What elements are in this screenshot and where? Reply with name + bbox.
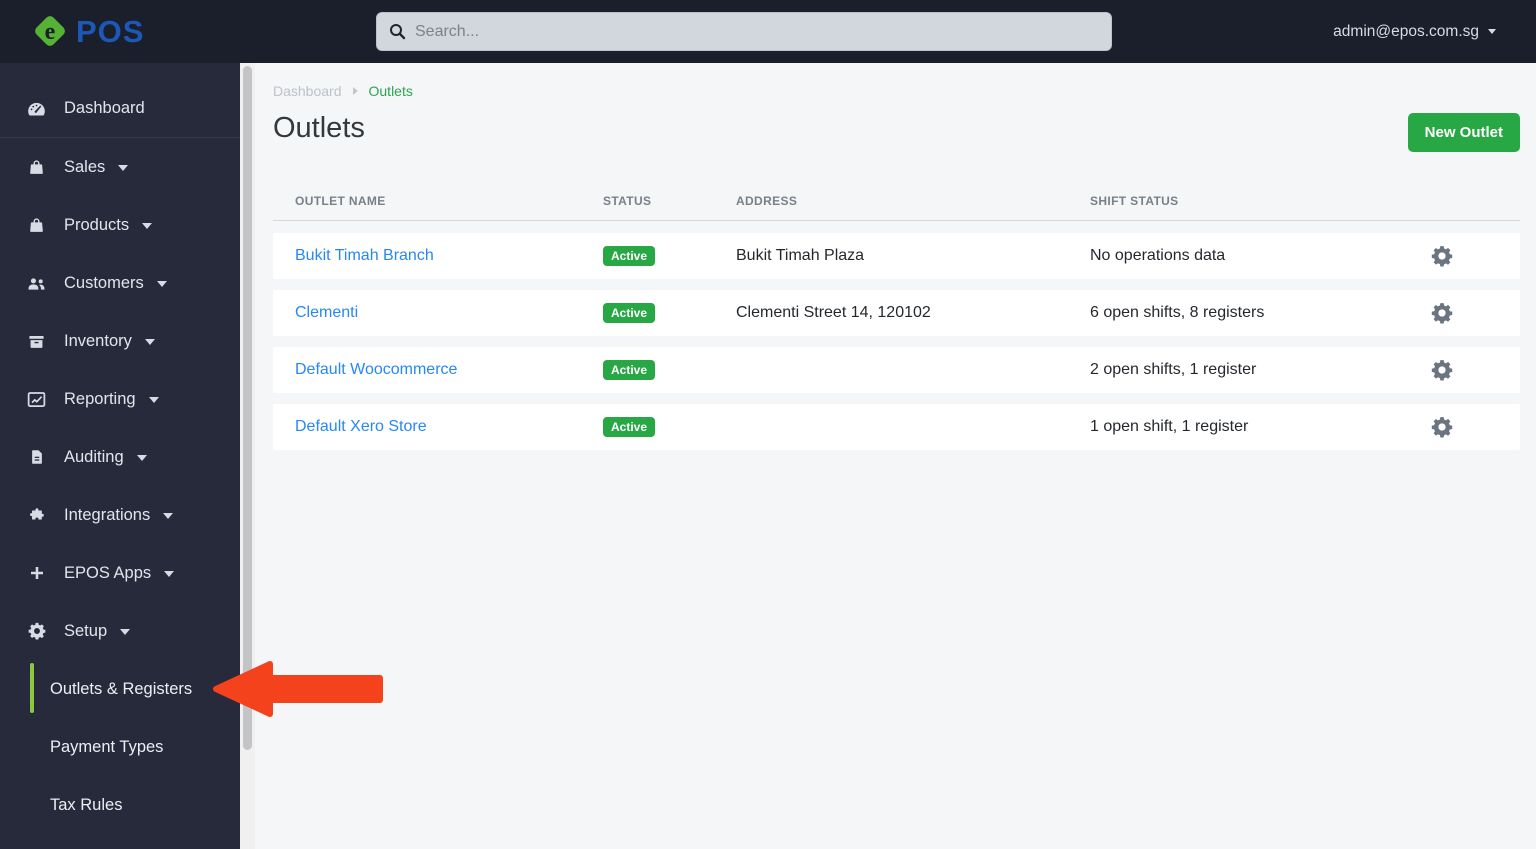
sidebar-item-products[interactable]: Products bbox=[0, 196, 240, 254]
page-title: Outlets bbox=[273, 112, 365, 145]
sidebar-item-auditing[interactable]: Auditing bbox=[0, 428, 240, 486]
row-settings-button[interactable] bbox=[1364, 302, 1520, 324]
sidebar-subitem-tax-rules[interactable]: Tax Rules bbox=[0, 776, 240, 834]
column-header-status: STATUS bbox=[603, 194, 736, 208]
outlet-link[interactable]: Default Woocommerce bbox=[295, 361, 457, 378]
top-bar: e POS admin@epos.com.sg bbox=[0, 0, 1536, 63]
address-cell: Clementi Street 14, 120102 bbox=[736, 304, 1090, 322]
epos-logo-e-icon: e bbox=[28, 9, 72, 53]
breadcrumb: Dashboard Outlets bbox=[273, 83, 1520, 99]
sidebar-item-reporting[interactable]: Reporting bbox=[0, 370, 240, 428]
archive-box-icon bbox=[25, 332, 48, 351]
outlet-link[interactable]: Default Xero Store bbox=[295, 418, 427, 435]
sidebar-item-label: Reporting bbox=[64, 390, 136, 409]
column-header-shift-status: SHIFT STATUS bbox=[1090, 194, 1364, 208]
sidebar-item-setup[interactable]: Setup bbox=[0, 602, 240, 660]
table-row: Bukit Timah Branch Active Bukit Timah Pl… bbox=[273, 233, 1520, 279]
row-settings-button[interactable] bbox=[1364, 245, 1520, 267]
status-badge: Active bbox=[603, 360, 655, 380]
dashboard-icon bbox=[25, 98, 48, 119]
column-header-outlet-name: OUTLET NAME bbox=[273, 194, 603, 208]
sidebar-item-label: Setup bbox=[64, 622, 107, 641]
sidebar: Dashboard Sales Products Customers Inven… bbox=[0, 63, 240, 849]
chevron-down-icon bbox=[164, 571, 174, 577]
user-email: admin@epos.com.sg bbox=[1333, 23, 1479, 41]
chevron-down-icon bbox=[142, 223, 152, 229]
outlet-link[interactable]: Bukit Timah Branch bbox=[295, 247, 434, 264]
sidebar-item-epos-apps[interactable]: EPOS Apps bbox=[0, 544, 240, 602]
user-menu[interactable]: admin@epos.com.sg bbox=[1333, 0, 1496, 63]
gear-icon bbox=[1431, 245, 1453, 267]
sidebar-item-label: EPOS Apps bbox=[64, 564, 151, 583]
chevron-down-icon bbox=[118, 165, 128, 171]
chevron-down-icon bbox=[145, 339, 155, 345]
address-cell: Bukit Timah Plaza bbox=[736, 247, 1090, 265]
sidebar-scrollbar-thumb[interactable] bbox=[243, 66, 252, 750]
sidebar-item-label: Auditing bbox=[64, 448, 124, 467]
chart-line-icon bbox=[25, 389, 48, 410]
row-settings-button[interactable] bbox=[1364, 359, 1520, 381]
gear-icon bbox=[1431, 416, 1453, 438]
sidebar-item-label: Dashboard bbox=[64, 99, 145, 118]
chevron-down-icon bbox=[120, 629, 130, 635]
chevron-down-icon bbox=[137, 455, 147, 461]
sidebar-subitem-payment-types[interactable]: Payment Types bbox=[0, 718, 240, 776]
column-header-address: ADDRESS bbox=[736, 194, 1090, 208]
sidebar-item-label: Integrations bbox=[64, 506, 150, 525]
sidebar-subitem-label: Tax Rules bbox=[50, 796, 122, 815]
breadcrumb-dashboard-link[interactable]: Dashboard bbox=[273, 83, 342, 99]
sidebar-item-label: Sales bbox=[64, 158, 105, 177]
sidebar-subitem-outlets-registers[interactable]: Outlets & Registers bbox=[0, 660, 240, 718]
sidebar-item-label: Inventory bbox=[64, 332, 132, 351]
search-icon bbox=[389, 23, 406, 40]
sidebar-item-inventory[interactable]: Inventory bbox=[0, 312, 240, 370]
shopping-bag-icon bbox=[25, 158, 48, 177]
row-settings-button[interactable] bbox=[1364, 416, 1520, 438]
sidebar-item-sales[interactable]: Sales bbox=[0, 138, 240, 196]
puzzle-piece-icon bbox=[25, 506, 48, 524]
epos-logo[interactable]: e POS bbox=[28, 9, 144, 53]
sidebar-item-customers[interactable]: Customers bbox=[0, 254, 240, 312]
sidebar-item-label: Customers bbox=[64, 274, 144, 293]
table-header-row: OUTLET NAME STATUS ADDRESS SHIFT STATUS bbox=[273, 194, 1520, 221]
sidebar-item-dashboard[interactable]: Dashboard bbox=[0, 79, 240, 137]
global-search bbox=[376, 12, 1112, 51]
breadcrumb-separator-icon bbox=[353, 87, 358, 95]
search-input[interactable] bbox=[415, 23, 1099, 41]
main-content: Dashboard Outlets Outlets New Outlet OUT… bbox=[255, 63, 1536, 849]
shopping-bag-icon bbox=[25, 216, 48, 235]
outlets-table: OUTLET NAME STATUS ADDRESS SHIFT STATUS … bbox=[273, 194, 1520, 450]
table-row: Default Woocommerce Active 2 open shifts… bbox=[273, 347, 1520, 393]
shift-status-cell: 6 open shifts, 8 registers bbox=[1090, 304, 1364, 322]
sidebar-scrollbar-track[interactable] bbox=[240, 63, 255, 849]
gear-icon bbox=[25, 622, 48, 640]
chevron-down-icon bbox=[1488, 29, 1496, 34]
table-row: Clementi Active Clementi Street 14, 1201… bbox=[273, 290, 1520, 336]
sidebar-item-integrations[interactable]: Integrations bbox=[0, 486, 240, 544]
table-row: Default Xero Store Active 1 open shift, … bbox=[273, 404, 1520, 450]
sidebar-subitem-label: Payment Types bbox=[50, 738, 163, 757]
svg-text:e: e bbox=[45, 19, 56, 45]
sidebar-subitem-label: Outlets & Registers bbox=[50, 680, 192, 699]
status-badge: Active bbox=[603, 303, 655, 323]
outlet-link[interactable]: Clementi bbox=[295, 304, 358, 321]
shift-status-cell: No operations data bbox=[1090, 247, 1364, 265]
chevron-down-icon bbox=[149, 397, 159, 403]
gear-icon bbox=[1431, 359, 1453, 381]
status-badge: Active bbox=[603, 246, 655, 266]
chevron-down-icon bbox=[163, 513, 173, 519]
document-icon bbox=[25, 448, 48, 466]
shift-status-cell: 1 open shift, 1 register bbox=[1090, 418, 1364, 436]
users-icon bbox=[25, 273, 48, 294]
gear-icon bbox=[1431, 302, 1453, 324]
breadcrumb-current: Outlets bbox=[369, 83, 413, 99]
shift-status-cell: 2 open shifts, 1 register bbox=[1090, 361, 1364, 379]
chevron-down-icon bbox=[157, 281, 167, 287]
sidebar-item-label: Products bbox=[64, 216, 129, 235]
epos-logo-text: POS bbox=[76, 14, 144, 50]
new-outlet-button[interactable]: New Outlet bbox=[1408, 113, 1520, 152]
status-badge: Active bbox=[603, 417, 655, 437]
plus-icon bbox=[25, 564, 48, 582]
